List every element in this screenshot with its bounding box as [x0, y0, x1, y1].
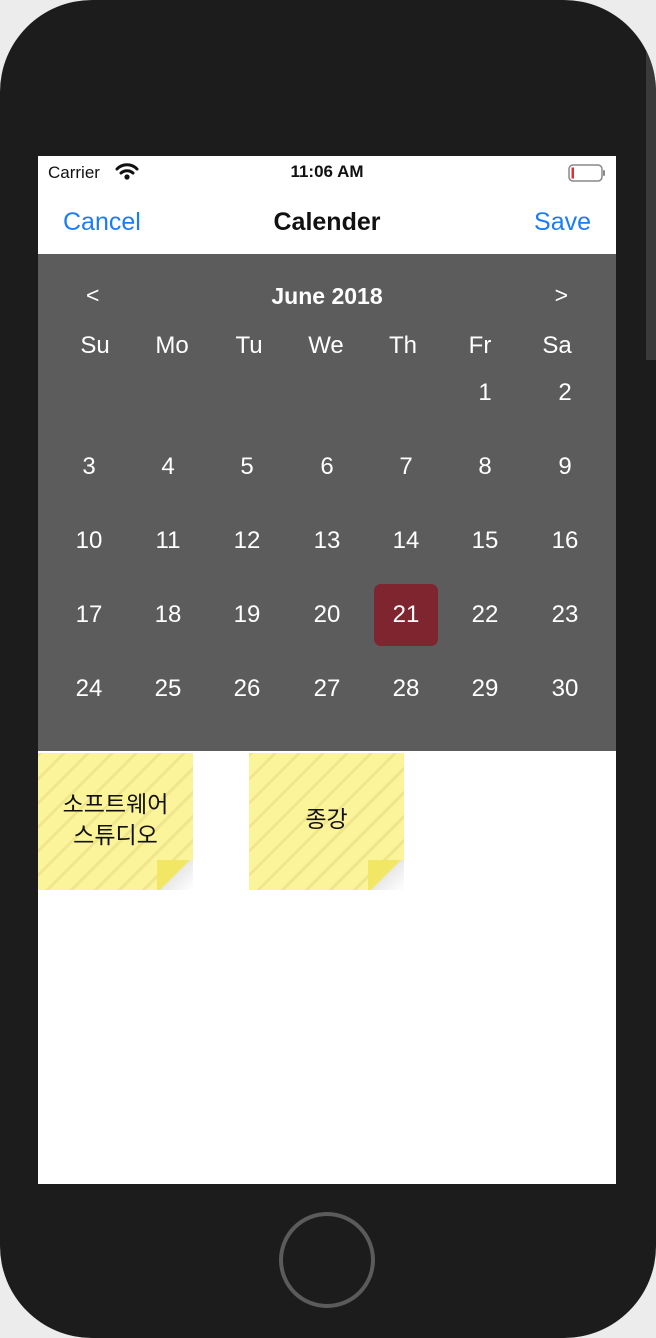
- status-bar: Carrier 11:06 AM: [38, 156, 616, 190]
- weekday-label: Sa: [542, 332, 572, 359]
- day-cell[interactable]: 19: [215, 584, 279, 646]
- previous-month-button[interactable]: <: [86, 282, 99, 309]
- weekday-label: Fr: [468, 332, 492, 359]
- day-cell[interactable]: 6: [295, 436, 359, 498]
- day-cell[interactable]: 8: [453, 436, 517, 498]
- day-cell[interactable]: 27: [295, 658, 359, 720]
- page-curl-icon: [157, 860, 193, 890]
- day-grid: 1 2 3 4 5 6 7 8 9 10 11 12 13 14 15 16 1…: [49, 362, 605, 742]
- note-line: 스튜디오: [73, 822, 158, 849]
- home-button[interactable]: [279, 1212, 375, 1308]
- day-cell[interactable]: 24: [57, 658, 121, 720]
- save-button[interactable]: Save: [534, 208, 591, 237]
- day-cell[interactable]: 30: [533, 658, 597, 720]
- calendar: < June 2018 > Su Mo Tu We Th Fr Sa 1 2 3…: [38, 254, 616, 751]
- sticky-note[interactable]: 종강: [249, 753, 404, 890]
- page-curl-icon: [368, 860, 404, 890]
- day-cell[interactable]: 17: [57, 584, 121, 646]
- day-cell[interactable]: 25: [136, 658, 200, 720]
- day-cell[interactable]: 12: [215, 510, 279, 572]
- weekday-label: Mo: [155, 332, 189, 359]
- day-cell[interactable]: 9: [533, 436, 597, 498]
- navigation-bar: Cancel Calender Save: [38, 190, 616, 254]
- day-cell[interactable]: 29: [453, 658, 517, 720]
- day-cell[interactable]: 16: [533, 510, 597, 572]
- day-cell[interactable]: 20: [295, 584, 359, 646]
- day-cell[interactable]: 7: [374, 436, 438, 498]
- weekday-label: Su: [80, 332, 110, 359]
- day-cell[interactable]: 2: [533, 362, 597, 424]
- day-cell[interactable]: 14: [374, 510, 438, 572]
- note-line: 소프트웨어: [62, 791, 169, 818]
- day-cell[interactable]: 11: [136, 510, 200, 572]
- month-label: June 2018: [271, 283, 383, 309]
- day-cell[interactable]: 10: [57, 510, 121, 572]
- day-cell[interactable]: 3: [57, 436, 121, 498]
- day-cell[interactable]: 13: [295, 510, 359, 572]
- day-cell[interactable]: 4: [136, 436, 200, 498]
- phone-frame: Carrier 11:06 AM Cancel Calender Save < …: [0, 0, 656, 1338]
- day-cell[interactable]: 26: [215, 658, 279, 720]
- screen: Carrier 11:06 AM Cancel Calender Save < …: [38, 156, 616, 1184]
- status-time: 11:06 AM: [290, 162, 364, 181]
- sticky-note[interactable]: 소프트웨어 스튜디오: [38, 753, 193, 890]
- weekday-label: We: [308, 332, 344, 359]
- day-cell[interactable]: 15: [453, 510, 517, 572]
- day-cell[interactable]: 5: [215, 436, 279, 498]
- day-cell[interactable]: 28: [374, 658, 438, 720]
- weekday-header: Su Mo Tu We Th Fr Sa: [56, 332, 616, 362]
- cancel-button[interactable]: Cancel: [63, 208, 141, 237]
- next-month-button[interactable]: >: [555, 282, 568, 309]
- day-cell[interactable]: 18: [136, 584, 200, 646]
- day-cell[interactable]: 23: [533, 584, 597, 646]
- weekday-label: Th: [388, 332, 417, 359]
- weekday-label: Tu: [235, 332, 263, 359]
- day-cell[interactable]: 1: [453, 362, 517, 424]
- note-line: 종강: [305, 807, 348, 833]
- battery-icon: [568, 164, 606, 182]
- selected-day-cell[interactable]: 21: [374, 584, 438, 646]
- day-cell[interactable]: 22: [453, 584, 517, 646]
- window-edge: [646, 30, 656, 360]
